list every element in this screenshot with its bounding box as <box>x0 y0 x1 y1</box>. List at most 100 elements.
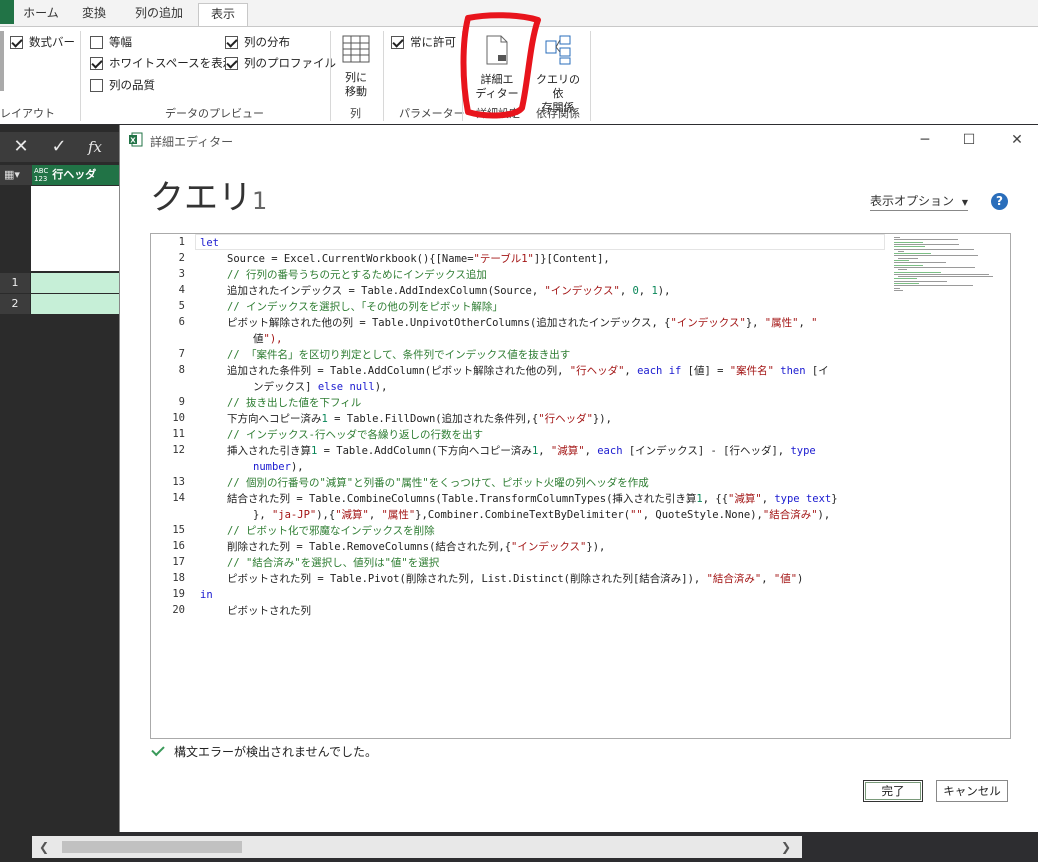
maximize-icon[interactable]: ☐ <box>954 129 984 151</box>
formula-bar: ✕ ✓ fx <box>0 132 120 162</box>
column-type-icon[interactable]: ABC 123 <box>34 167 48 183</box>
code-line[interactable]: ピボット解除された他の列 = Table.UnpivotOtherColumns… <box>227 315 817 331</box>
checkmark-icon <box>151 742 165 757</box>
minimap-line <box>894 271 942 273</box>
line-number: 18 <box>172 572 185 584</box>
code-line[interactable]: 値"), <box>253 331 282 347</box>
code-line[interactable]: 結合された列 = Table.CombineColumns(Table.Tran… <box>227 491 838 507</box>
code-line[interactable]: 削除された列 = Table.RemoveColumns(結合された列,{"イン… <box>227 539 605 555</box>
code-line[interactable]: Source = Excel.CurrentWorkbook(){[Name="… <box>227 251 610 267</box>
dialog-title: 詳細エディター <box>150 135 234 149</box>
code-line[interactable]: ピボットされた列 <box>227 603 311 619</box>
display-options-dropdown[interactable]: 表示オプション ▼ <box>870 192 968 211</box>
code-line[interactable]: // 個別の行番号の"減算"と列番の"属性"をくっつけて、ピボット火曜の列ヘッダ… <box>227 475 649 491</box>
code-line[interactable]: ンデックス] else null), <box>253 379 387 395</box>
minimap-line <box>898 257 918 259</box>
scroll-right-icon[interactable]: ❯ <box>778 838 794 856</box>
code-line[interactable]: number), <box>253 459 304 475</box>
code-line[interactable]: let <box>200 235 219 251</box>
code-line[interactable]: }, "ja-JP"),{"減算", "属性"},Combiner.Combin… <box>253 507 830 523</box>
always-allow-label: 常に許可 <box>410 35 456 49</box>
minimize-icon[interactable]: ─ <box>910 129 940 151</box>
code-line[interactable]: // 「案件名」を区切り判定として、条件列でインデックス値を抜き出す <box>227 347 570 363</box>
code-line[interactable]: // "結合済み"を選択し、値列は"値"を選択 <box>227 555 439 571</box>
minimap-line <box>898 269 907 271</box>
tab-home[interactable]: ホーム <box>18 3 64 26</box>
minimap-line <box>894 260 910 261</box>
line-number: 3 <box>178 268 185 280</box>
done-button[interactable]: 完了 <box>863 780 923 802</box>
checkbox-icon <box>90 78 103 92</box>
checkbox-icon <box>90 35 103 49</box>
code-editor[interactable]: 1 2 3 4 5 6 7 8 9 10 11 12 13 14 15 16 17 18 19 20 let Sourc… <box>150 233 1011 739</box>
help-icon[interactable]: ? <box>991 193 1008 210</box>
query-heading: クエリ1 <box>150 170 267 219</box>
go-to-column-button[interactable]: 列に 移動 <box>336 35 376 99</box>
file-tab[interactable] <box>0 0 14 24</box>
table-grid-icon <box>342 35 370 63</box>
query-preview-pane: ✕ ✓ fx ▦▾ ABC 123 行ヘッダ 1 2 <box>0 125 120 862</box>
cancel-formula-icon[interactable]: ✕ <box>6 134 36 160</box>
show-whitespace-label: ホワイトスペースを表示 <box>109 56 235 70</box>
separator <box>330 31 331 121</box>
line-number: 20 <box>172 604 185 616</box>
line-number: 2 <box>178 252 185 264</box>
go-to-column-label-2: 移動 <box>345 85 367 98</box>
code-line[interactable]: // インデックスを選択し、「その他の列をピボット解除」 <box>227 299 503 315</box>
minimap-line <box>894 278 918 280</box>
code-line[interactable]: 挿入された引き算1 = Table.AddColumn(下方向へコピー済み1, … <box>227 443 816 459</box>
code-area[interactable]: let Source = Excel.CurrentWorkbook(){[Nam… <box>200 234 892 738</box>
formula-bar-check[interactable]: 数式バー <box>10 33 75 51</box>
table-cell[interactable] <box>31 273 120 293</box>
code-line[interactable]: 追加されたインデックス = Table.AddIndexColumn(Sourc… <box>227 283 670 299</box>
tab-transform[interactable]: 変換 <box>72 3 116 26</box>
column-distribution-check[interactable]: 列の分布 <box>225 33 290 51</box>
minimap-line <box>898 276 993 278</box>
line-number: 16 <box>172 540 185 552</box>
checkbox-icon <box>225 35 238 49</box>
table-menu-icon[interactable]: ▦▾ <box>4 168 26 182</box>
minimap-line <box>894 253 932 255</box>
close-icon[interactable]: ✕ <box>1002 129 1032 151</box>
line-number: 8 <box>178 364 185 376</box>
show-whitespace-check[interactable]: ホワイトスペースを表示 <box>90 54 234 72</box>
minimap-line <box>894 287 900 289</box>
code-line[interactable]: // 抜き出した値を下フィル <box>227 395 361 411</box>
code-line[interactable]: // 行列の番号うちの元とするためにインデックス追加 <box>227 267 487 283</box>
code-line[interactable]: in <box>200 587 213 603</box>
minimap[interactable] <box>892 235 998 291</box>
separator <box>383 31 384 121</box>
column-header[interactable]: ABC 123 行ヘッダ <box>32 165 120 185</box>
separator <box>80 31 81 121</box>
line-number: 4 <box>178 284 185 296</box>
column-quality-check[interactable]: 列の品質 <box>90 76 155 94</box>
minimap-line <box>894 264 923 266</box>
code-line[interactable]: ピボットされた列 = Table.Pivot(削除された列, List.Dist… <box>227 571 803 587</box>
excel-app-icon: X <box>129 132 143 147</box>
checkbox-icon <box>225 56 238 70</box>
line-number-gutter: 1 2 3 4 5 6 7 8 9 10 11 12 13 14 15 16 17 18 19 20 <box>151 234 185 738</box>
code-line[interactable]: 下方向へコピー済み1 = Table.FillDown(追加された条件列,{"行… <box>227 411 612 427</box>
column-profile-check[interactable]: 列のプロファイル <box>225 54 336 72</box>
code-line[interactable]: // インデックス-行ヘッダで各繰り返しの行数を出す <box>227 427 483 443</box>
group-data-preview-label: データのプレビュー <box>165 107 264 120</box>
always-allow-check[interactable]: 常に許可 <box>391 33 456 51</box>
tab-view[interactable]: 表示 <box>198 3 248 26</box>
row-number[interactable]: 2 <box>0 294 30 314</box>
scrollbar-thumb[interactable] <box>62 841 242 853</box>
column-profile-label: 列のプロファイル <box>244 56 336 70</box>
confirm-formula-icon[interactable]: ✓ <box>44 134 74 160</box>
row-number[interactable]: 1 <box>0 273 30 293</box>
table-cell[interactable] <box>31 294 120 314</box>
tab-add-column[interactable]: 列の追加 <box>124 3 194 26</box>
dependency-icon <box>545 35 571 65</box>
monospace-check[interactable]: 等幅 <box>90 33 132 51</box>
minimap-line <box>894 243 959 245</box>
scroll-left-icon[interactable]: ❮ <box>36 838 52 856</box>
code-line[interactable]: 追加された条件列 = Table.AddColumn(ピボット解除された他の列,… <box>227 363 829 379</box>
checkbox-icon <box>10 35 23 49</box>
cancel-button[interactable]: キャンセル <box>936 780 1008 802</box>
code-line[interactable]: // ピボット化で邪魔なインデックスを削除 <box>227 523 435 539</box>
fx-icon[interactable]: fx <box>80 134 110 160</box>
horizontal-scrollbar[interactable]: ❮ ❯ <box>32 836 802 858</box>
